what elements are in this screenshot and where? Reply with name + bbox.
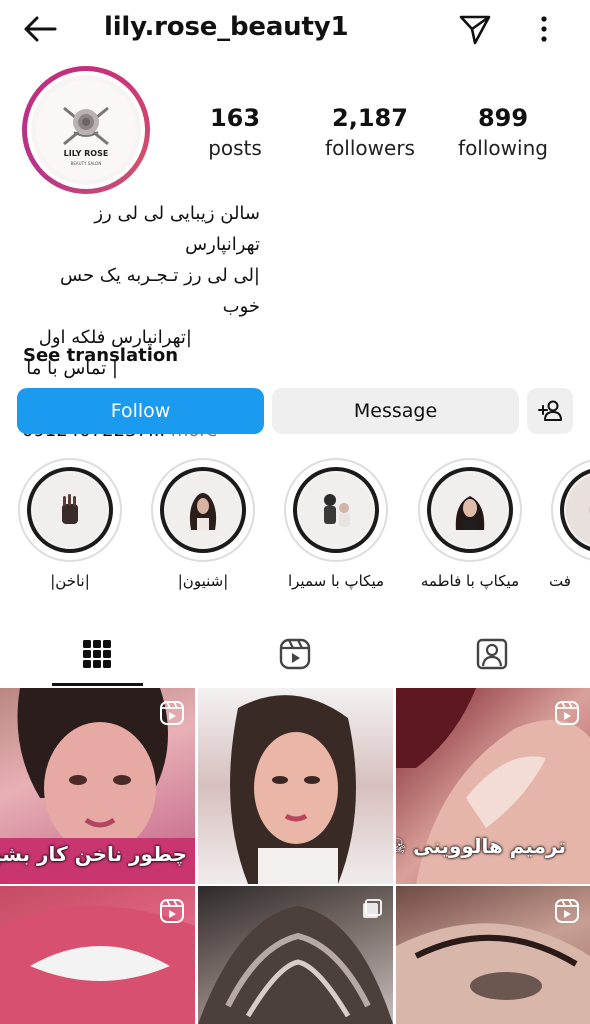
highlight-ring bbox=[18, 458, 122, 562]
posts-count: 163 bbox=[209, 104, 261, 132]
highlight-chignon[interactable]: |شنیون| bbox=[149, 458, 257, 590]
back-arrow-icon[interactable] bbox=[22, 14, 58, 44]
highlight-cover bbox=[160, 467, 246, 553]
tab-reels[interactable] bbox=[275, 634, 315, 674]
post-tile[interactable] bbox=[396, 886, 590, 1024]
tagged-user-icon bbox=[476, 638, 508, 670]
top-bar: lily.rose_beauty1 bbox=[0, 0, 590, 58]
highlight-label: فت bbox=[549, 572, 571, 590]
makeup-artist-icon bbox=[324, 494, 350, 527]
follow-button[interactable]: Follow bbox=[17, 388, 264, 434]
highlight-ring bbox=[151, 458, 255, 562]
followers-label: followers bbox=[325, 136, 415, 160]
post-caption-overlay: چطور ناخن کار بشیم bbox=[0, 842, 187, 866]
hairstyle-woman-icon bbox=[189, 493, 217, 530]
avatar-border: LILY ROSE BEAUTY SALON bbox=[27, 71, 145, 189]
face-closeup-icon bbox=[589, 506, 590, 514]
bio-line-1: سالن زیبایی لی لی رز تهرانپارس bbox=[94, 203, 260, 255]
active-tab-indicator bbox=[52, 683, 143, 686]
stat-posts[interactable]: 163 posts bbox=[196, 104, 274, 160]
highlight-cover bbox=[293, 467, 379, 553]
add-user-icon bbox=[538, 400, 562, 421]
followers-count: 2,187 bbox=[332, 104, 408, 132]
carousel-indicator-icon bbox=[363, 899, 382, 918]
highlight-nails[interactable]: |ناخن| bbox=[16, 458, 124, 590]
highlight-label: |ناخن| bbox=[50, 572, 90, 590]
send-message-icon[interactable] bbox=[458, 12, 492, 46]
reel-indicator-icon bbox=[555, 701, 579, 725]
profile-username: lily.rose_beauty1 bbox=[104, 12, 349, 42]
more-options-icon[interactable] bbox=[532, 12, 556, 46]
suggest-users-button[interactable] bbox=[527, 388, 573, 434]
profile-avatar: LILY ROSE BEAUTY SALON bbox=[31, 75, 141, 185]
following-count: 899 bbox=[477, 104, 529, 132]
highlight-cover bbox=[560, 467, 590, 553]
post-tile[interactable] bbox=[0, 886, 195, 1024]
grid-icon bbox=[83, 640, 111, 668]
nail-hand-icon bbox=[62, 494, 78, 524]
highlight-cover bbox=[27, 467, 113, 553]
highlight-makeup-samira[interactable]: میکاپ با سمیرا bbox=[282, 458, 390, 590]
profile-tabs bbox=[0, 620, 590, 686]
woman-portrait-icon bbox=[455, 496, 485, 530]
highlight-label: |شنیون| bbox=[177, 572, 229, 590]
highlight-ring bbox=[284, 458, 388, 562]
post-tile[interactable] bbox=[198, 886, 393, 1024]
reels-icon bbox=[279, 638, 311, 670]
highlight-ring bbox=[551, 458, 590, 562]
post-tile[interactable]: ترمیم هالووینی ☠ bbox=[396, 688, 590, 884]
salon-logo-icon: LILY ROSE BEAUTY SALON bbox=[36, 80, 136, 180]
post-tile[interactable]: چطور ناخن کار بشیم bbox=[0, 688, 195, 884]
stat-followers[interactable]: 2,187 followers bbox=[320, 104, 420, 160]
highlight-partial[interactable]: فت bbox=[549, 458, 590, 590]
story-highlights: |ناخن| |شنیون| میکاپ با سمیرا میکاپ با ف… bbox=[0, 458, 590, 598]
post-caption-overlay: ترمیم هالووینی ☠ bbox=[396, 834, 566, 858]
logo-subtitle-text: BEAUTY SALON bbox=[71, 161, 102, 166]
see-translation-link[interactable]: See translation bbox=[23, 345, 178, 366]
reel-indicator-icon bbox=[160, 899, 184, 923]
highlight-label: میکاپ با فاطمه bbox=[420, 572, 520, 590]
message-button[interactable]: Message bbox=[272, 388, 519, 434]
post-tile[interactable] bbox=[198, 688, 393, 884]
profile-avatar-ring[interactable]: LILY ROSE BEAUTY SALON bbox=[22, 66, 150, 194]
tab-tagged[interactable] bbox=[472, 634, 512, 674]
highlight-label: میکاپ با سمیرا bbox=[287, 572, 385, 590]
posts-grid: چطور ناخن کار بشیم ترمیم هالووینی ☠ bbox=[0, 688, 590, 1024]
logo-title-text: LILY ROSE bbox=[64, 149, 109, 158]
highlight-cover bbox=[427, 467, 513, 553]
post-bride-portrait-image bbox=[230, 695, 356, 884]
highlight-makeup-fatemeh[interactable]: میکاپ با فاطمه bbox=[416, 458, 524, 590]
following-label: following bbox=[458, 136, 548, 160]
tab-posts-grid[interactable] bbox=[77, 634, 117, 674]
stat-following[interactable]: 899 following bbox=[455, 104, 551, 160]
reel-indicator-icon bbox=[160, 701, 184, 725]
reel-indicator-icon bbox=[555, 899, 579, 923]
bio-line-2: |لی لی رز تـجـربه یک حس خوب bbox=[60, 265, 260, 317]
highlight-ring bbox=[418, 458, 522, 562]
posts-label: posts bbox=[208, 136, 262, 160]
